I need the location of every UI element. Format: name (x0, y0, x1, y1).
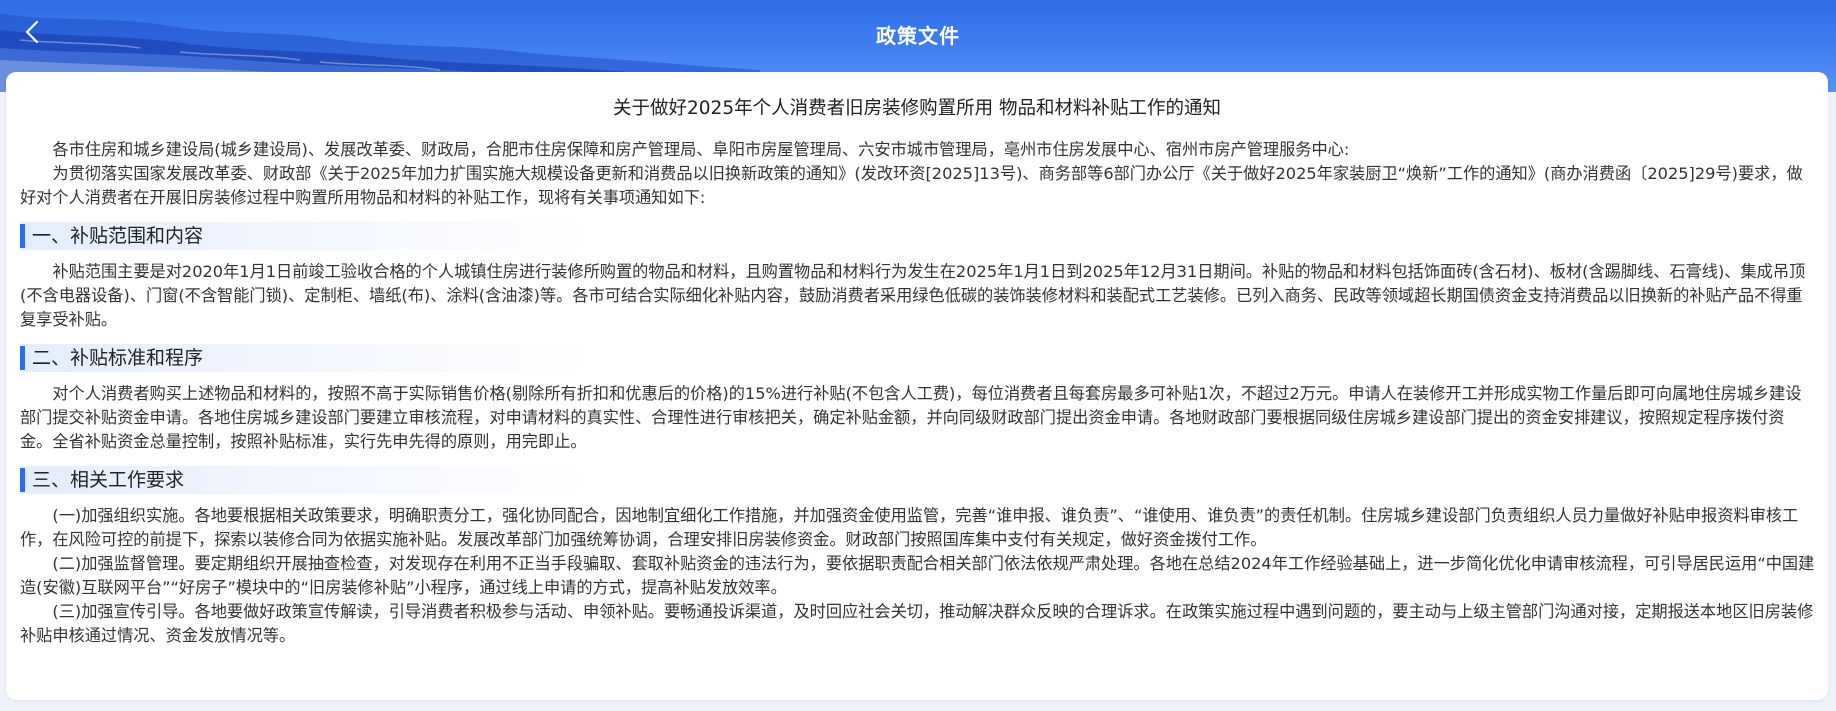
section-paragraph: 对个人消费者购买上述物品和材料的，按照不高于实际销售价格(剔除所有折扣和优惠后的… (20, 384, 1802, 451)
page-title: 政策文件 (876, 24, 960, 48)
section-heading-requirements: 三、相关工作要求 (20, 466, 1816, 494)
section-paragraph: (一)加强组织实施。各地要根据相关政策要求，明确职责分工，强化协同配合，因地制宜… (20, 506, 1799, 549)
section-heading-scope: 一、补贴范围和内容 (20, 222, 1816, 250)
section-paragraph: 补贴范围主要是对2020年1月1日前竣工验收合格的个人城镇住房进行装修所购置的物… (20, 262, 1806, 329)
section-paragraph: (三)加强宣传引导。各地要做好政策宣传解读，引导消费者积极参与活动、申领补贴。要… (20, 602, 1814, 645)
intro-paragraph: 为贯彻落实国家发展改革委、财政部《关于2025年加力扩围实施大规模设备更新和消费… (20, 164, 1803, 207)
document-body: 各市住房和城乡建设局(城乡建设局)、发展改革委、财政局，合肥市住房保障和房产管理… (20, 138, 1816, 648)
addressee-paragraph: 各市住房和城乡建设局(城乡建设局)、发展改革委、财政局，合肥市住房保障和房产管理… (52, 140, 1350, 159)
document-title: 关于做好2025年个人消费者旧房装修购置所用 物品和材料补贴工作的通知 (613, 98, 1221, 119)
document-card: 关于做好2025年个人消费者旧房装修购置所用 物品和材料补贴工作的通知 各市住房… (6, 72, 1828, 700)
section-paragraph: (二)加强监督管理。要定期组织开展抽查检查，对发现存在利用不正当手段骗取、套取补… (20, 554, 1815, 597)
section-heading-standards: 二、补贴标准和程序 (20, 344, 1816, 372)
